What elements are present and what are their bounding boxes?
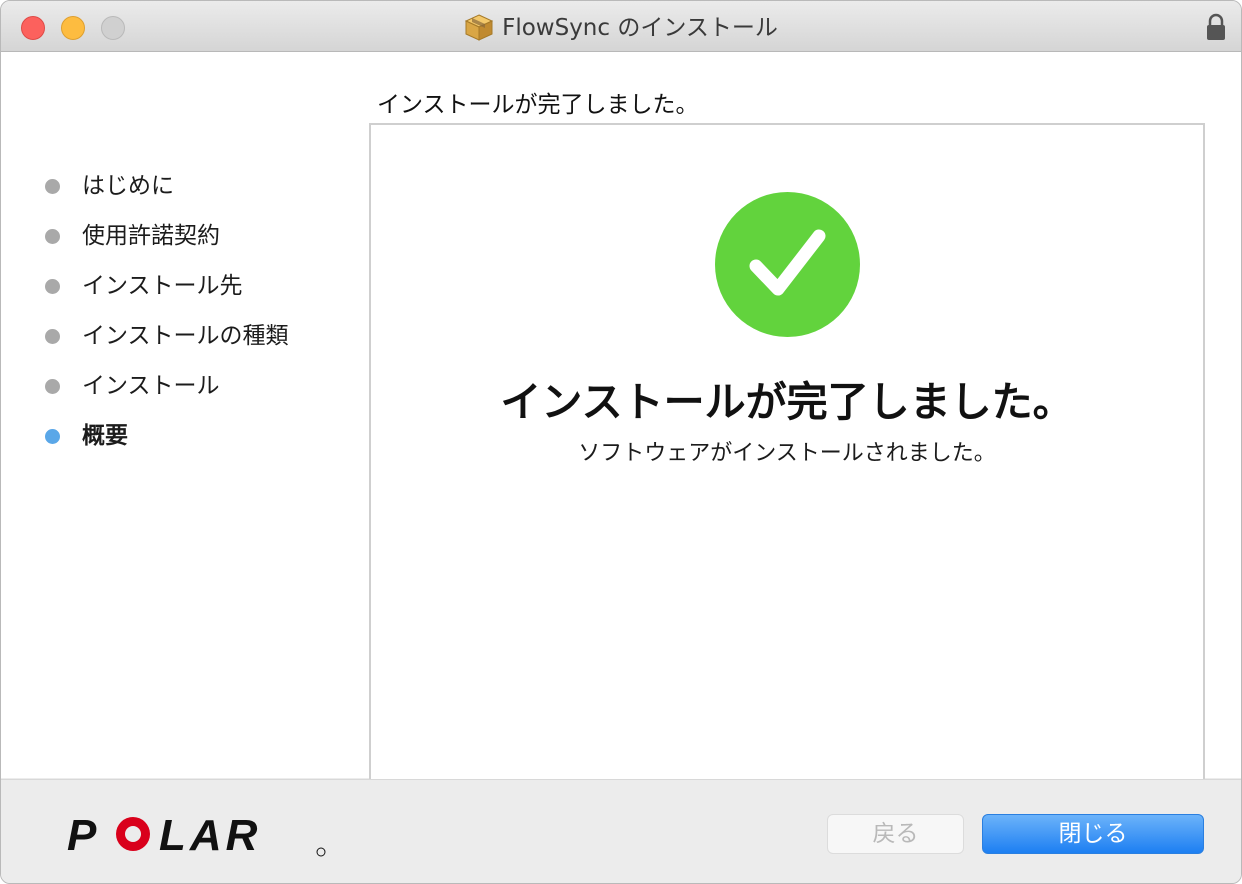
- completion-heading: インストールが完了しました。: [500, 378, 1074, 426]
- completion-message: ソフトウェアがインストールされました。: [578, 441, 996, 466]
- step-label: はじめに: [82, 173, 174, 199]
- step-label: インストール: [82, 373, 220, 399]
- polar-logo: P LAR: [67, 811, 326, 860]
- back-button[interactable]: 戻る: [827, 814, 964, 854]
- step-done-indicator: [45, 329, 60, 344]
- installer-window: FlowSync のインストール はじめに 使用許諾契約 インストール先 インス…: [0, 0, 1242, 884]
- step-label: インストールの種類: [82, 323, 289, 349]
- step-done-indicator: [45, 179, 60, 194]
- step-label: 使用許諾契約: [82, 223, 220, 249]
- step-done-indicator: [45, 279, 60, 294]
- pane-header: インストールが完了しました。: [377, 92, 699, 118]
- step-label: インストール先: [82, 273, 243, 299]
- svg-text:P: P: [67, 811, 100, 860]
- summary-panel: インストールが完了しました。 ソフトウェアがインストールされました。: [369, 123, 1205, 785]
- window-title-group: FlowSync のインストール: [1, 13, 1241, 43]
- footer-bar: P LAR 戻る 閉じる: [1, 779, 1241, 883]
- success-check-icon: [715, 192, 860, 337]
- steps-sidebar: はじめに 使用許諾契約 インストール先 インストールの種類 インストール 概要: [1, 52, 361, 778]
- step-label: 概要: [82, 423, 128, 449]
- lock-icon: [1207, 13, 1225, 40]
- svg-text:LAR: LAR: [159, 811, 261, 860]
- step-current-indicator: [45, 429, 60, 444]
- installer-content: はじめに 使用許諾契約 インストール先 インストールの種類 インストール 概要: [1, 52, 1241, 785]
- close-button[interactable]: 閉じる: [982, 814, 1204, 854]
- checkmark-icon: [749, 229, 826, 296]
- package-icon: [464, 13, 494, 41]
- window-title: FlowSync のインストール: [502, 15, 778, 41]
- step-done-indicator: [45, 379, 60, 394]
- step-done-indicator: [45, 229, 60, 244]
- title-bar[interactable]: FlowSync のインストール: [1, 1, 1241, 52]
